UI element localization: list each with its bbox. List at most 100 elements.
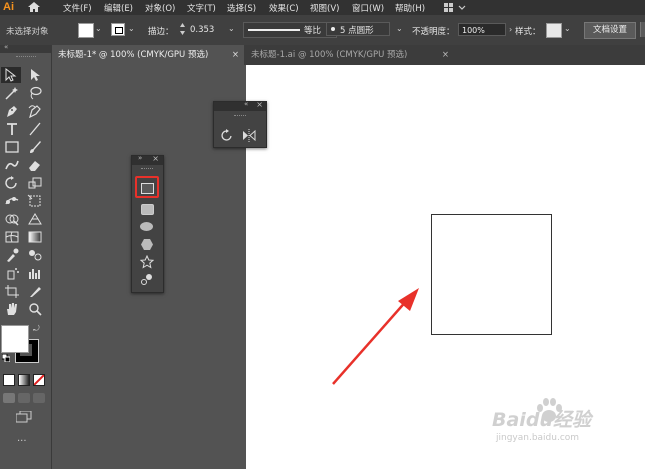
- fill-swatch[interactable]: [78, 23, 94, 38]
- stroke-weight-input[interactable]: 0.353: [190, 25, 214, 35]
- stroke-profile-select[interactable]: 等比: [243, 22, 337, 38]
- brush-select[interactable]: 5 点圆形: [326, 22, 390, 36]
- tab-document-1[interactable]: 未标题-1* @ 100% (CMYK/GPU 预选) ×: [52, 45, 244, 65]
- opacity-label: 不透明度：: [412, 27, 455, 37]
- chevron-down-icon[interactable]: ⌄: [228, 24, 235, 33]
- shape-builder-tool-icon[interactable]: [4, 212, 20, 226]
- reflect-tool-icon[interactable]: [242, 129, 256, 142]
- type-tool-icon[interactable]: [4, 122, 20, 136]
- collapse-icon[interactable]: »: [138, 154, 142, 162]
- puppet-warp-tool-icon[interactable]: [4, 194, 20, 208]
- menu-select[interactable]: 选择(S): [227, 2, 256, 14]
- eraser-tool-icon[interactable]: [27, 158, 43, 172]
- rounded-rectangle-tool-icon[interactable]: [141, 204, 154, 215]
- artboard[interactable]: Baidu经验 jingyan.baidu.com: [246, 65, 645, 469]
- close-icon[interactable]: ×: [256, 100, 263, 109]
- draw-behind-icon[interactable]: [18, 393, 30, 403]
- fill-color-front[interactable]: [1, 325, 29, 353]
- tab-label: 未标题-1* @ 100% (CMYK/GPU 预选): [58, 50, 209, 60]
- workspace-switcher-icon[interactable]: [443, 2, 467, 16]
- close-icon[interactable]: ×: [152, 154, 159, 163]
- toolbox-grip: [16, 56, 36, 59]
- rectangle-tool-icon[interactable]: [141, 183, 154, 194]
- color-mode-icon[interactable]: [3, 374, 15, 386]
- screen-mode-icon[interactable]: [15, 410, 32, 423]
- rectangle-tool-icon[interactable]: [4, 140, 20, 154]
- collapse-icon[interactable]: «: [244, 100, 248, 108]
- lasso-tool-icon[interactable]: [27, 86, 43, 100]
- slice-tool-icon[interactable]: [27, 284, 43, 298]
- star-tool-icon[interactable]: [140, 255, 154, 269]
- zoom-tool-icon[interactable]: [27, 302, 43, 316]
- close-icon[interactable]: ×: [232, 45, 239, 65]
- draw-inside-icon[interactable]: [33, 393, 45, 403]
- artboard-tool-icon[interactable]: [4, 284, 20, 298]
- chevron-right-icon[interactable]: ›: [509, 25, 512, 34]
- tab-label: 未标题-1.ai @ 100% (CMYK/GPU 预选): [251, 50, 408, 60]
- stroke-swatch[interactable]: [111, 23, 125, 36]
- magic-wand-tool-icon[interactable]: [4, 86, 20, 100]
- menu-object[interactable]: 对象(O): [145, 2, 175, 14]
- line-segment-tool-icon[interactable]: [27, 122, 43, 136]
- chevron-down-icon[interactable]: ⌄: [396, 24, 403, 33]
- menu-type[interactable]: 文字(T): [187, 2, 216, 14]
- blend-tool-icon[interactable]: [27, 248, 43, 262]
- direct-selection-tool-icon[interactable]: [27, 68, 43, 82]
- gradient-tool-icon[interactable]: [27, 230, 43, 244]
- rotate-tool-icon[interactable]: [220, 129, 234, 142]
- close-icon[interactable]: ×: [442, 45, 449, 65]
- polygon-tool-icon[interactable]: [140, 238, 154, 251]
- menu-help[interactable]: 帮助(H): [395, 2, 425, 14]
- shaper-tool-icon[interactable]: [4, 158, 20, 172]
- gradient-mode-icon[interactable]: [18, 374, 30, 386]
- free-transform-tool-icon[interactable]: [27, 194, 43, 208]
- panel-grip: [234, 115, 246, 118]
- chevron-down-icon[interactable]: ⌄: [128, 24, 135, 33]
- home-icon[interactable]: [26, 0, 42, 14]
- menu-file[interactable]: 文件(F): [63, 2, 92, 14]
- style-swatch[interactable]: [546, 23, 562, 38]
- overflow-button[interactable]: [640, 22, 645, 37]
- swap-colors-icon[interactable]: ⤾: [33, 324, 40, 334]
- symbol-sprayer-tool-icon[interactable]: [4, 266, 20, 280]
- brush-label: 5 点圆形: [340, 26, 374, 36]
- panel-header: « ×: [214, 100, 266, 111]
- perspective-grid-tool-icon[interactable]: [27, 212, 43, 226]
- opacity-input[interactable]: 100%: [458, 23, 506, 36]
- document-setup-button[interactable]: 文档设置: [584, 22, 636, 39]
- column-graph-tool-icon[interactable]: [27, 266, 43, 280]
- hand-tool-icon[interactable]: [4, 302, 20, 316]
- mesh-tool-icon[interactable]: [4, 230, 20, 244]
- rotate-tool-icon[interactable]: [4, 176, 20, 190]
- watermark-url: jingyan.baidu.com: [496, 433, 580, 443]
- ellipse-tool-icon[interactable]: [140, 222, 153, 231]
- tab-document-2[interactable]: 未标题-1.ai @ 100% (CMYK/GPU 预选) ×: [245, 45, 455, 65]
- shape-tools-flyout: » ×: [131, 154, 164, 293]
- default-colors-icon[interactable]: [1, 353, 11, 365]
- none-mode-icon[interactable]: [33, 374, 45, 386]
- stepper-icon[interactable]: [179, 21, 186, 40]
- pen-tool-icon[interactable]: [4, 104, 20, 118]
- chevron-down-icon[interactable]: ⌄: [564, 24, 571, 33]
- menu-view[interactable]: 视图(V): [310, 2, 339, 14]
- menu-edit[interactable]: 编辑(E): [104, 2, 133, 14]
- watermark: Baidu经验 jingyan.baidu.com: [492, 398, 642, 463]
- curvature-tool-icon[interactable]: [27, 104, 43, 118]
- app-logo: Ai: [3, 1, 14, 13]
- panel-grip: [141, 168, 153, 171]
- rectangle-shape[interactable]: [431, 214, 552, 335]
- selection-tool-icon[interactable]: [1, 67, 21, 83]
- stroke-label: 描边：: [148, 27, 174, 37]
- flare-tool-icon[interactable]: [140, 273, 154, 286]
- menu-window[interactable]: 窗口(W): [352, 2, 384, 14]
- scale-tool-icon[interactable]: [27, 176, 43, 190]
- more-tools-icon[interactable]: ...: [17, 433, 27, 444]
- draw-normal-icon[interactable]: [3, 393, 15, 403]
- chevron-down-icon[interactable]: ⌄: [95, 24, 102, 33]
- eyedropper-tool-icon[interactable]: [4, 248, 20, 262]
- panel-header: » ×: [132, 154, 163, 165]
- collapse-icon[interactable]: «: [4, 43, 8, 51]
- toolbox: « ⤾ ...: [0, 43, 52, 469]
- paintbrush-tool-icon[interactable]: [27, 140, 43, 154]
- menu-effect[interactable]: 效果(C): [269, 2, 299, 14]
